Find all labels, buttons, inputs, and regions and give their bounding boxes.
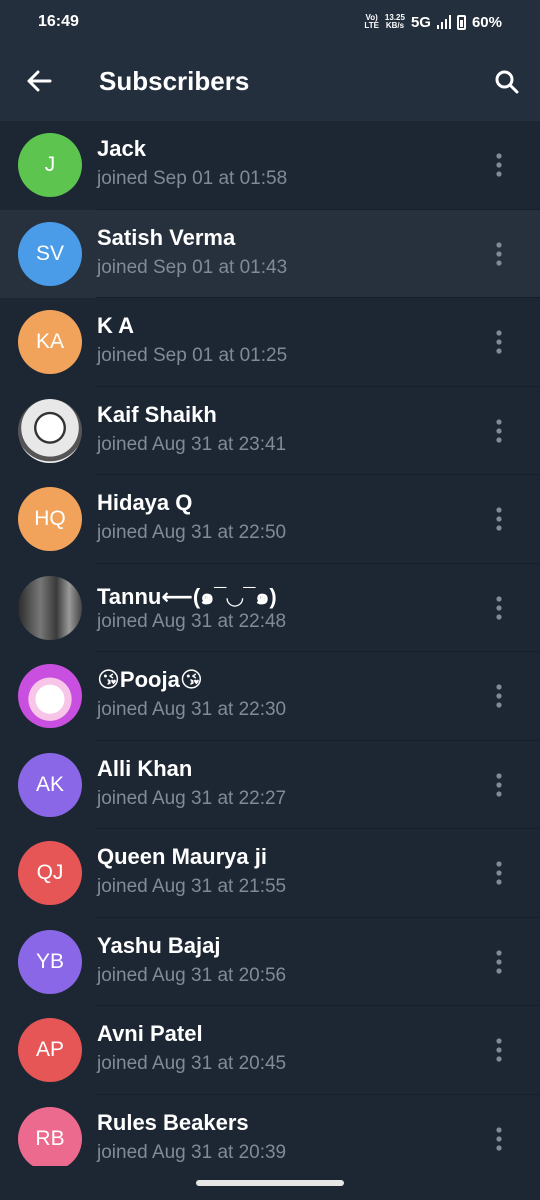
joined-date: joined Sep 01 at 01:58 — [97, 168, 288, 189]
more-options-button[interactable] — [484, 942, 514, 982]
joined-date: joined Sep 01 at 01:43 — [97, 256, 288, 278]
subscriber-name: 😘Pooja😘 — [97, 667, 203, 692]
subscriber-row[interactable]: Tannu⟵(๑¯◡¯๑) joined Aug 31 at 22:48 — [0, 563, 540, 652]
subscriber-list[interactable]: J Jack joined Sep 01 at 01:58 SV Satish Verm… — [0, 121, 540, 1166]
subscriber-row[interactable]: AP Avni Patel joined Aug 31 at 20:45 — [0, 1006, 540, 1095]
status-time: 16:49 — [38, 13, 79, 30]
more-vertical-icon — [496, 330, 502, 354]
subscriber-name: Kaif Shaikh — [97, 401, 217, 427]
joined-date: joined Aug 31 at 20:39 — [97, 1141, 287, 1163]
avatar[interactable] — [18, 575, 82, 640]
subscriber-row[interactable]: J Jack joined Sep 01 at 01:58 — [0, 121, 540, 210]
joined-date: joined Aug 31 at 23:41 — [97, 433, 287, 455]
more-vertical-icon — [496, 153, 502, 177]
more-vertical-icon — [496, 949, 502, 974]
subscriber-row[interactable]: RB Rules Beakers joined Aug 31 at 20:39 — [0, 1094, 540, 1166]
avatar[interactable] — [18, 664, 82, 728]
more-vertical-icon — [496, 595, 502, 620]
more-vertical-icon — [496, 507, 502, 531]
subscriber-name: Hidaya Q — [97, 490, 193, 515]
subscriber-name: Alli Khan — [97, 755, 193, 781]
subscriber-row[interactable]: Kaif Shaikh joined Aug 31 at 23:41 — [0, 386, 540, 475]
more-vertical-icon — [496, 1038, 502, 1062]
joined-date: joined Aug 31 at 22:30 — [97, 699, 287, 720]
network-speed: 13.25 KB/s — [384, 13, 405, 30]
page-title: Subscribers — [99, 66, 250, 96]
subscriber-name: Queen Maurya ji — [97, 844, 267, 869]
status-bar: 16:49 Vo) LTE 13.25 KB/s 5G 60% — [0, 0, 540, 44]
more-vertical-icon — [496, 861, 502, 885]
battery-level: 60% — [471, 13, 502, 31]
more-options-button[interactable] — [484, 765, 514, 805]
joined-date: joined Aug 31 at 22:27 — [97, 787, 287, 809]
avatar[interactable]: HQ — [18, 487, 82, 551]
joined-date: joined Aug 31 at 21:55 — [97, 876, 287, 897]
navigation-bar — [0, 1166, 540, 1200]
avatar[interactable]: QJ — [18, 841, 82, 905]
subscriber-row[interactable]: YB Yashu Bajaj joined Aug 31 at 20:56 — [0, 917, 540, 1006]
more-options-button[interactable] — [484, 853, 514, 893]
volte-indicator: Vo) LTE — [364, 13, 379, 30]
more-options-button[interactable] — [484, 499, 514, 539]
subscriber-name: Jack — [97, 136, 146, 161]
avatar[interactable] — [18, 398, 82, 463]
avatar[interactable]: KA — [18, 310, 82, 374]
avatar[interactable]: SV — [18, 221, 82, 286]
home-indicator[interactable] — [196, 1180, 344, 1186]
avatar[interactable]: AP — [18, 1018, 82, 1082]
search-icon — [495, 70, 519, 94]
more-vertical-icon — [496, 772, 502, 797]
subscriber-name: Yashu Bajaj — [97, 932, 221, 958]
avatar[interactable]: YB — [18, 929, 82, 994]
more-options-button[interactable] — [484, 234, 514, 274]
subscriber-row[interactable]: KA K A joined Sep 01 at 01:25 — [0, 298, 540, 387]
app-bar: Subscribers — [0, 44, 540, 121]
more-vertical-icon — [496, 1126, 502, 1151]
subscriber-name: Tannu⟵(๑¯◡¯๑) — [97, 583, 277, 609]
more-options-button[interactable] — [484, 145, 514, 185]
more-vertical-icon — [496, 241, 502, 266]
joined-date: joined Aug 31 at 22:50 — [97, 522, 287, 543]
back-button[interactable] — [22, 64, 56, 98]
more-vertical-icon — [496, 684, 502, 708]
subscriber-name: Avni Patel — [97, 1021, 203, 1046]
subscriber-row[interactable]: 😘Pooja😘 joined Aug 31 at 22:30 — [0, 652, 540, 741]
subscriber-row[interactable]: HQ Hidaya Q joined Aug 31 at 22:50 — [0, 475, 540, 564]
joined-date: joined Aug 31 at 20:45 — [97, 1053, 287, 1074]
more-options-button[interactable] — [484, 588, 514, 628]
more-options-button[interactable] — [484, 411, 514, 451]
avatar[interactable]: RB — [18, 1106, 82, 1166]
more-vertical-icon — [496, 418, 502, 443]
status-icons: Vo) LTE 13.25 KB/s 5G 60% — [364, 14, 502, 31]
joined-date: joined Aug 31 at 20:56 — [97, 964, 287, 986]
subscriber-row[interactable]: QJ Queen Maurya ji joined Aug 31 at 21:55 — [0, 829, 540, 918]
more-options-button[interactable] — [484, 322, 514, 362]
arrow-left-icon — [27, 70, 52, 92]
subscriber-row[interactable]: AK Alli Khan joined Aug 31 at 22:27 — [0, 740, 540, 829]
subscriber-name: Satish Verma — [97, 224, 236, 250]
subscriber-row[interactable]: SV Satish Verma joined Sep 01 at 01:43 — [0, 209, 540, 298]
more-options-button[interactable] — [484, 1119, 514, 1159]
joined-date: joined Sep 01 at 01:25 — [97, 345, 288, 366]
subscriber-name: Rules Beakers — [97, 1109, 249, 1135]
search-button[interactable] — [489, 64, 525, 100]
battery-icon — [456, 14, 466, 30]
subscriber-name: K A — [97, 313, 135, 338]
network-type: 5G — [410, 13, 431, 31]
avatar[interactable]: AK — [18, 752, 82, 817]
joined-date: joined Aug 31 at 22:48 — [97, 610, 287, 632]
avatar[interactable]: J — [18, 133, 82, 197]
signal-icon — [436, 15, 451, 29]
more-options-button[interactable] — [484, 1030, 514, 1070]
more-options-button[interactable] — [484, 676, 514, 716]
